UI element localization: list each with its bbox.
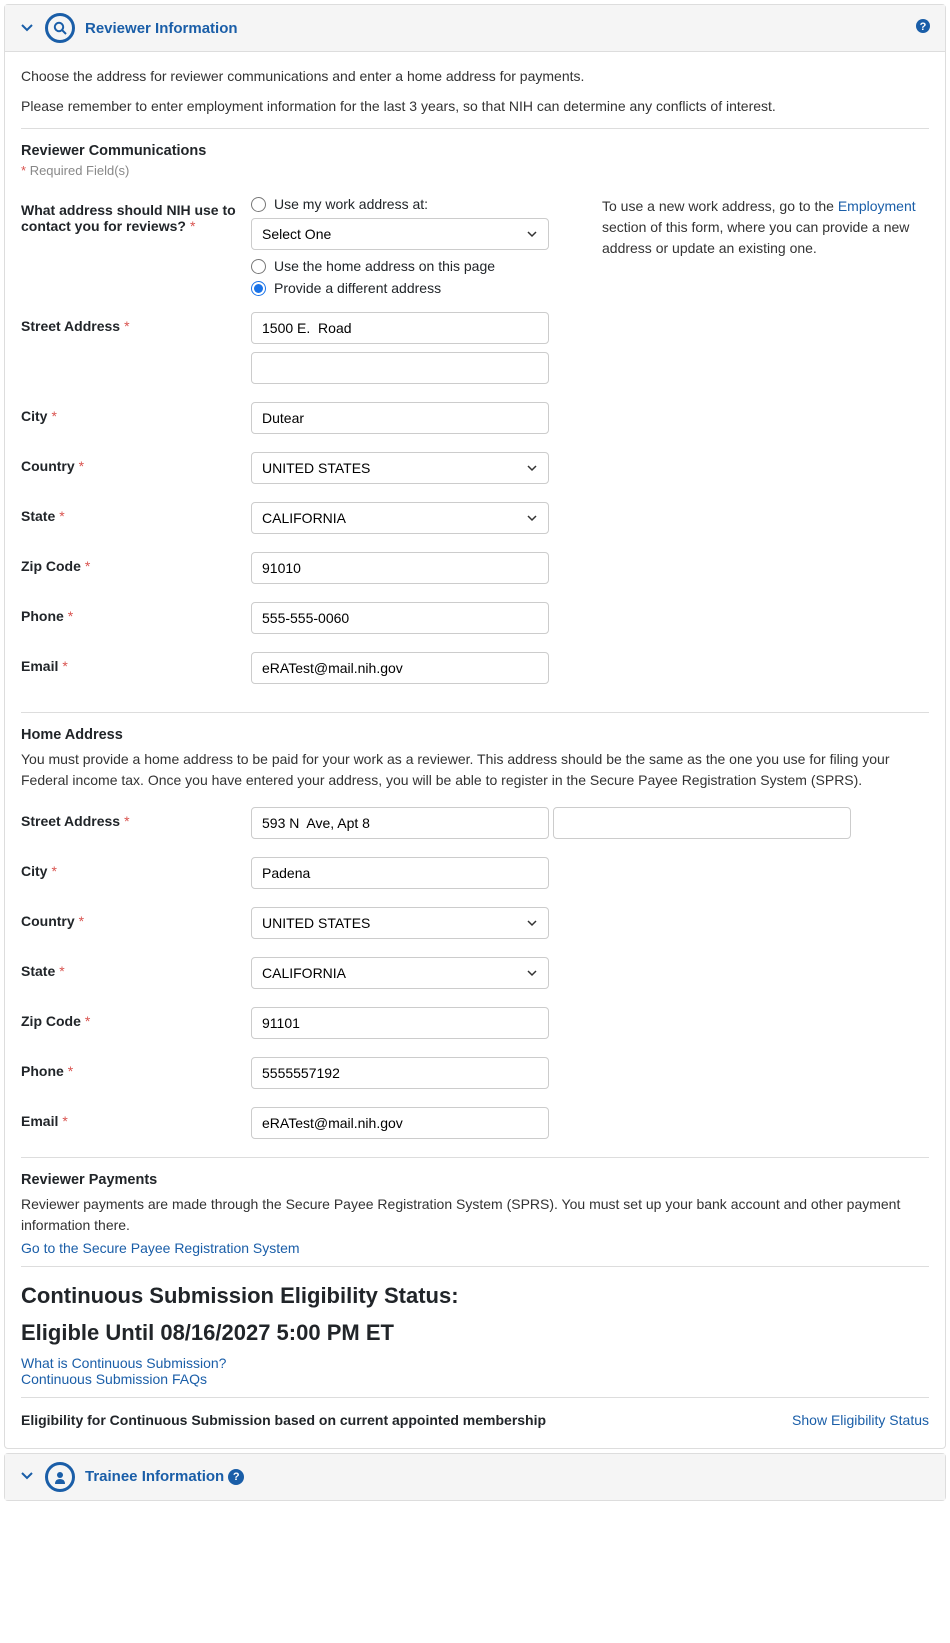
city-input[interactable] [251, 402, 549, 434]
panel-header: Reviewer Information ? [5, 5, 945, 52]
street-input-1[interactable] [251, 312, 549, 344]
person-circle-icon [45, 1462, 75, 1492]
radio-different-address-input[interactable] [251, 281, 266, 296]
radio-work-address[interactable]: Use my work address at: [251, 196, 586, 212]
intro-line-1: Choose the address for reviewer communic… [21, 68, 929, 84]
eligibility-row: Eligibility for Continuous Submission ba… [21, 1412, 929, 1428]
home-city-input[interactable] [251, 857, 549, 889]
what-is-cs-link[interactable]: What is Continuous Submission? [21, 1355, 226, 1371]
panel-body: Choose the address for reviewer communic… [5, 52, 945, 1448]
zip-label: Zip Code* [21, 552, 251, 574]
collapse-toggle[interactable] [19, 1467, 35, 1486]
divider [21, 1397, 929, 1398]
magnifier-icon [52, 20, 68, 36]
home-city-label: City* [21, 857, 251, 879]
email-label: Email* [21, 652, 251, 674]
reviewer-communications-section: Reviewer Communications * Required Field… [21, 143, 929, 702]
home-country-label: Country* [21, 907, 251, 929]
magnifier-circle-icon [45, 13, 75, 43]
home-email-input[interactable] [251, 1107, 549, 1139]
section-title: Reviewer Communications [21, 143, 929, 159]
home-street-input-2[interactable] [553, 807, 851, 839]
sprs-link[interactable]: Go to the Secure Payee Registration Syst… [21, 1240, 300, 1256]
chevron-down-icon [19, 1467, 35, 1483]
panel-title: Reviewer Information [85, 20, 238, 37]
reviewer-information-panel: Reviewer Information ? Choose the addres… [4, 4, 946, 1449]
help-icon[interactable]: ? [915, 18, 931, 39]
home-phone-input[interactable] [251, 1057, 549, 1089]
divider [21, 1266, 929, 1267]
email-input[interactable] [251, 652, 549, 684]
section-description: Reviewer payments are made through the S… [21, 1194, 929, 1236]
home-email-label: Email* [21, 1107, 251, 1129]
city-label: City* [21, 402, 251, 424]
home-country-select[interactable]: UNITED STATES [251, 907, 549, 939]
radio-home-address-input[interactable] [251, 259, 266, 274]
home-address-section: Home Address You must provide a home add… [21, 727, 929, 1147]
phone-label: Phone* [21, 602, 251, 624]
phone-input[interactable] [251, 602, 549, 634]
country-select[interactable]: UNITED STATES [251, 452, 549, 484]
divider [21, 712, 929, 713]
home-street-label: Street Address* [21, 807, 251, 829]
section-description: You must provide a home address to be pa… [21, 749, 929, 791]
person-icon [52, 1469, 68, 1485]
status-line-2: Eligible Until 08/16/2027 5:00 PM ET [21, 1318, 929, 1349]
required-fields-note: * Required Field(s) [21, 163, 929, 178]
radio-different-address[interactable]: Provide a different address [251, 280, 586, 296]
panel-title: Trainee Information [85, 1468, 224, 1485]
street-input-2[interactable] [251, 352, 549, 384]
zip-input[interactable] [251, 552, 549, 584]
intro-text: Choose the address for reviewer communic… [21, 68, 929, 114]
home-zip-label: Zip Code* [21, 1007, 251, 1029]
contact-address-question: What address should NIH use to contact y… [21, 196, 251, 234]
divider [21, 128, 929, 129]
trainee-information-panel: Trainee Information ? [4, 1453, 946, 1501]
state-select[interactable]: CALIFORNIA [251, 502, 549, 534]
intro-line-2: Please remember to enter employment info… [21, 98, 929, 114]
home-state-select[interactable]: CALIFORNIA [251, 957, 549, 989]
panel-header: Trainee Information ? [5, 1454, 945, 1500]
home-street-input-1[interactable] [251, 807, 549, 839]
home-zip-input[interactable] [251, 1007, 549, 1039]
street-label: Street Address* [21, 312, 251, 334]
section-title: Reviewer Payments [21, 1172, 929, 1188]
home-phone-label: Phone* [21, 1057, 251, 1079]
home-state-label: State* [21, 957, 251, 979]
show-eligibility-status-link[interactable]: Show Eligibility Status [792, 1412, 929, 1428]
employment-link[interactable]: Employment [838, 198, 916, 214]
state-label: State* [21, 502, 251, 524]
reviewer-payments-section: Reviewer Payments Reviewer payments are … [21, 1172, 929, 1256]
work-address-select[interactable]: Select One [251, 218, 549, 250]
cs-faqs-link[interactable]: Continuous Submission FAQs [21, 1371, 207, 1387]
chevron-down-icon [19, 19, 35, 35]
status-line-1: Continuous Submission Eligibility Status… [21, 1281, 929, 1312]
collapse-toggle[interactable] [19, 19, 35, 38]
side-hint: To use a new work address, go to the Emp… [586, 196, 929, 702]
radio-work-address-input[interactable] [251, 197, 266, 212]
continuous-submission-status: Continuous Submission Eligibility Status… [21, 1281, 929, 1387]
eligibility-label: Eligibility for Continuous Submission ba… [21, 1412, 546, 1428]
svg-text:?: ? [920, 21, 927, 33]
help-icon[interactable]: ? [228, 1469, 244, 1485]
radio-home-address[interactable]: Use the home address on this page [251, 258, 586, 274]
section-title: Home Address [21, 727, 929, 743]
country-label: Country* [21, 452, 251, 474]
divider [21, 1157, 929, 1158]
